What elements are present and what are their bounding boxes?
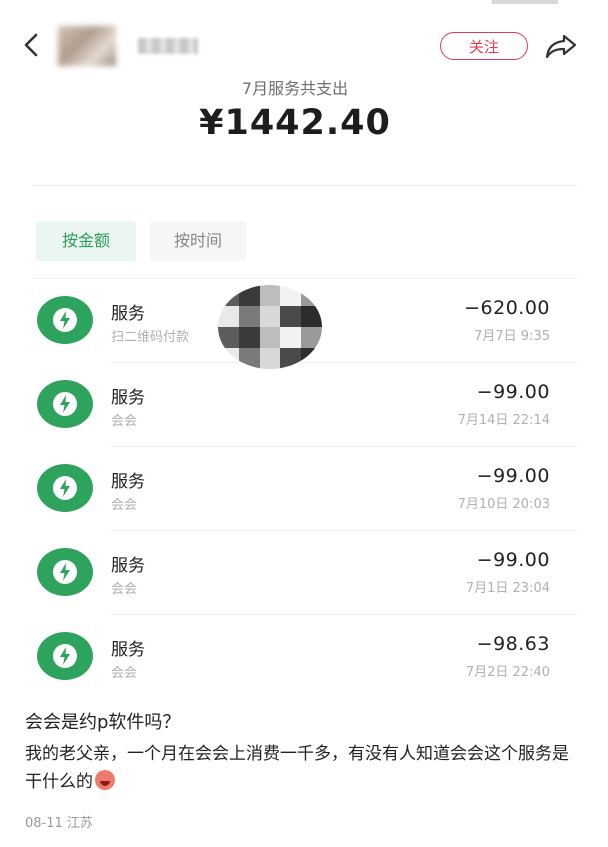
transaction-time: 7月1日 23:04 bbox=[465, 581, 550, 596]
transaction-subtitle: 扫二维码付款 bbox=[111, 330, 190, 345]
transaction-amount: −98.63 bbox=[476, 633, 550, 655]
transaction-title: 服务 bbox=[111, 640, 145, 660]
lightning-bolt-icon bbox=[37, 464, 93, 512]
share-arrow-icon[interactable] bbox=[544, 32, 578, 60]
chevron-left-icon[interactable] bbox=[20, 32, 44, 58]
transaction-title: 服务 bbox=[111, 556, 145, 576]
username-blurred bbox=[138, 38, 198, 54]
post-body: 我的老父亲，一个月在会会上消费一千多，有没有人知道会会这个服务是干什么的 bbox=[25, 740, 585, 796]
transaction-amount: −99.00 bbox=[476, 549, 550, 571]
transaction-title: 服务 bbox=[111, 304, 145, 324]
lightning-bolt-icon bbox=[37, 380, 93, 428]
transaction-amount: −620.00 bbox=[464, 297, 550, 319]
top-bar: 关注 bbox=[0, 0, 608, 78]
lightning-bolt-icon bbox=[37, 632, 93, 680]
transaction-subtitle: 会会 bbox=[111, 498, 138, 513]
summary-amount: ¥1442.40 bbox=[199, 103, 391, 143]
privacy-mosaic bbox=[218, 285, 322, 369]
transaction-time: 7月7日 9:35 bbox=[474, 329, 550, 344]
post-meta: 08-11 江苏 bbox=[25, 816, 93, 831]
transaction-time: 7月2日 22:40 bbox=[465, 665, 550, 680]
transaction-subtitle: 会会 bbox=[111, 666, 138, 681]
transaction-row[interactable]: 服务会会 −99.00 7月1日 23:04 bbox=[0, 531, 608, 615]
transaction-subtitle: 会会 bbox=[111, 414, 138, 429]
lightning-bolt-icon bbox=[37, 548, 93, 596]
summary-label: 7月服务共支出 bbox=[241, 79, 349, 98]
follow-button[interactable]: 关注 bbox=[440, 32, 528, 60]
transaction-subtitle: 会会 bbox=[111, 582, 138, 597]
status-bar-remnant bbox=[492, 0, 558, 4]
avatar[interactable] bbox=[58, 26, 116, 66]
transaction-row[interactable]: 服务会会 −99.00 7月14日 22:14 bbox=[0, 363, 608, 447]
transaction-row[interactable]: 服务会会 −99.00 7月10日 20:03 bbox=[0, 447, 608, 531]
tab-sort-by-time[interactable]: 按时间 bbox=[150, 221, 246, 261]
transaction-title: 服务 bbox=[111, 388, 145, 408]
transaction-amount: −99.00 bbox=[476, 465, 550, 487]
tab-sort-by-amount[interactable]: 按金额 bbox=[36, 221, 136, 261]
post-title: 会会是约p软件吗？ bbox=[25, 712, 181, 733]
divider bbox=[32, 185, 577, 186]
transaction-row[interactable]: 服务会会 −98.63 7月2日 22:40 bbox=[0, 615, 608, 699]
transaction-amount: −99.00 bbox=[476, 381, 550, 403]
transaction-title: 服务 bbox=[111, 472, 145, 492]
lightning-bolt-icon bbox=[37, 296, 93, 344]
crying-face-emoji-icon bbox=[95, 770, 115, 790]
transaction-time: 7月10日 20:03 bbox=[457, 497, 550, 512]
transaction-time: 7月14日 22:14 bbox=[457, 413, 550, 428]
